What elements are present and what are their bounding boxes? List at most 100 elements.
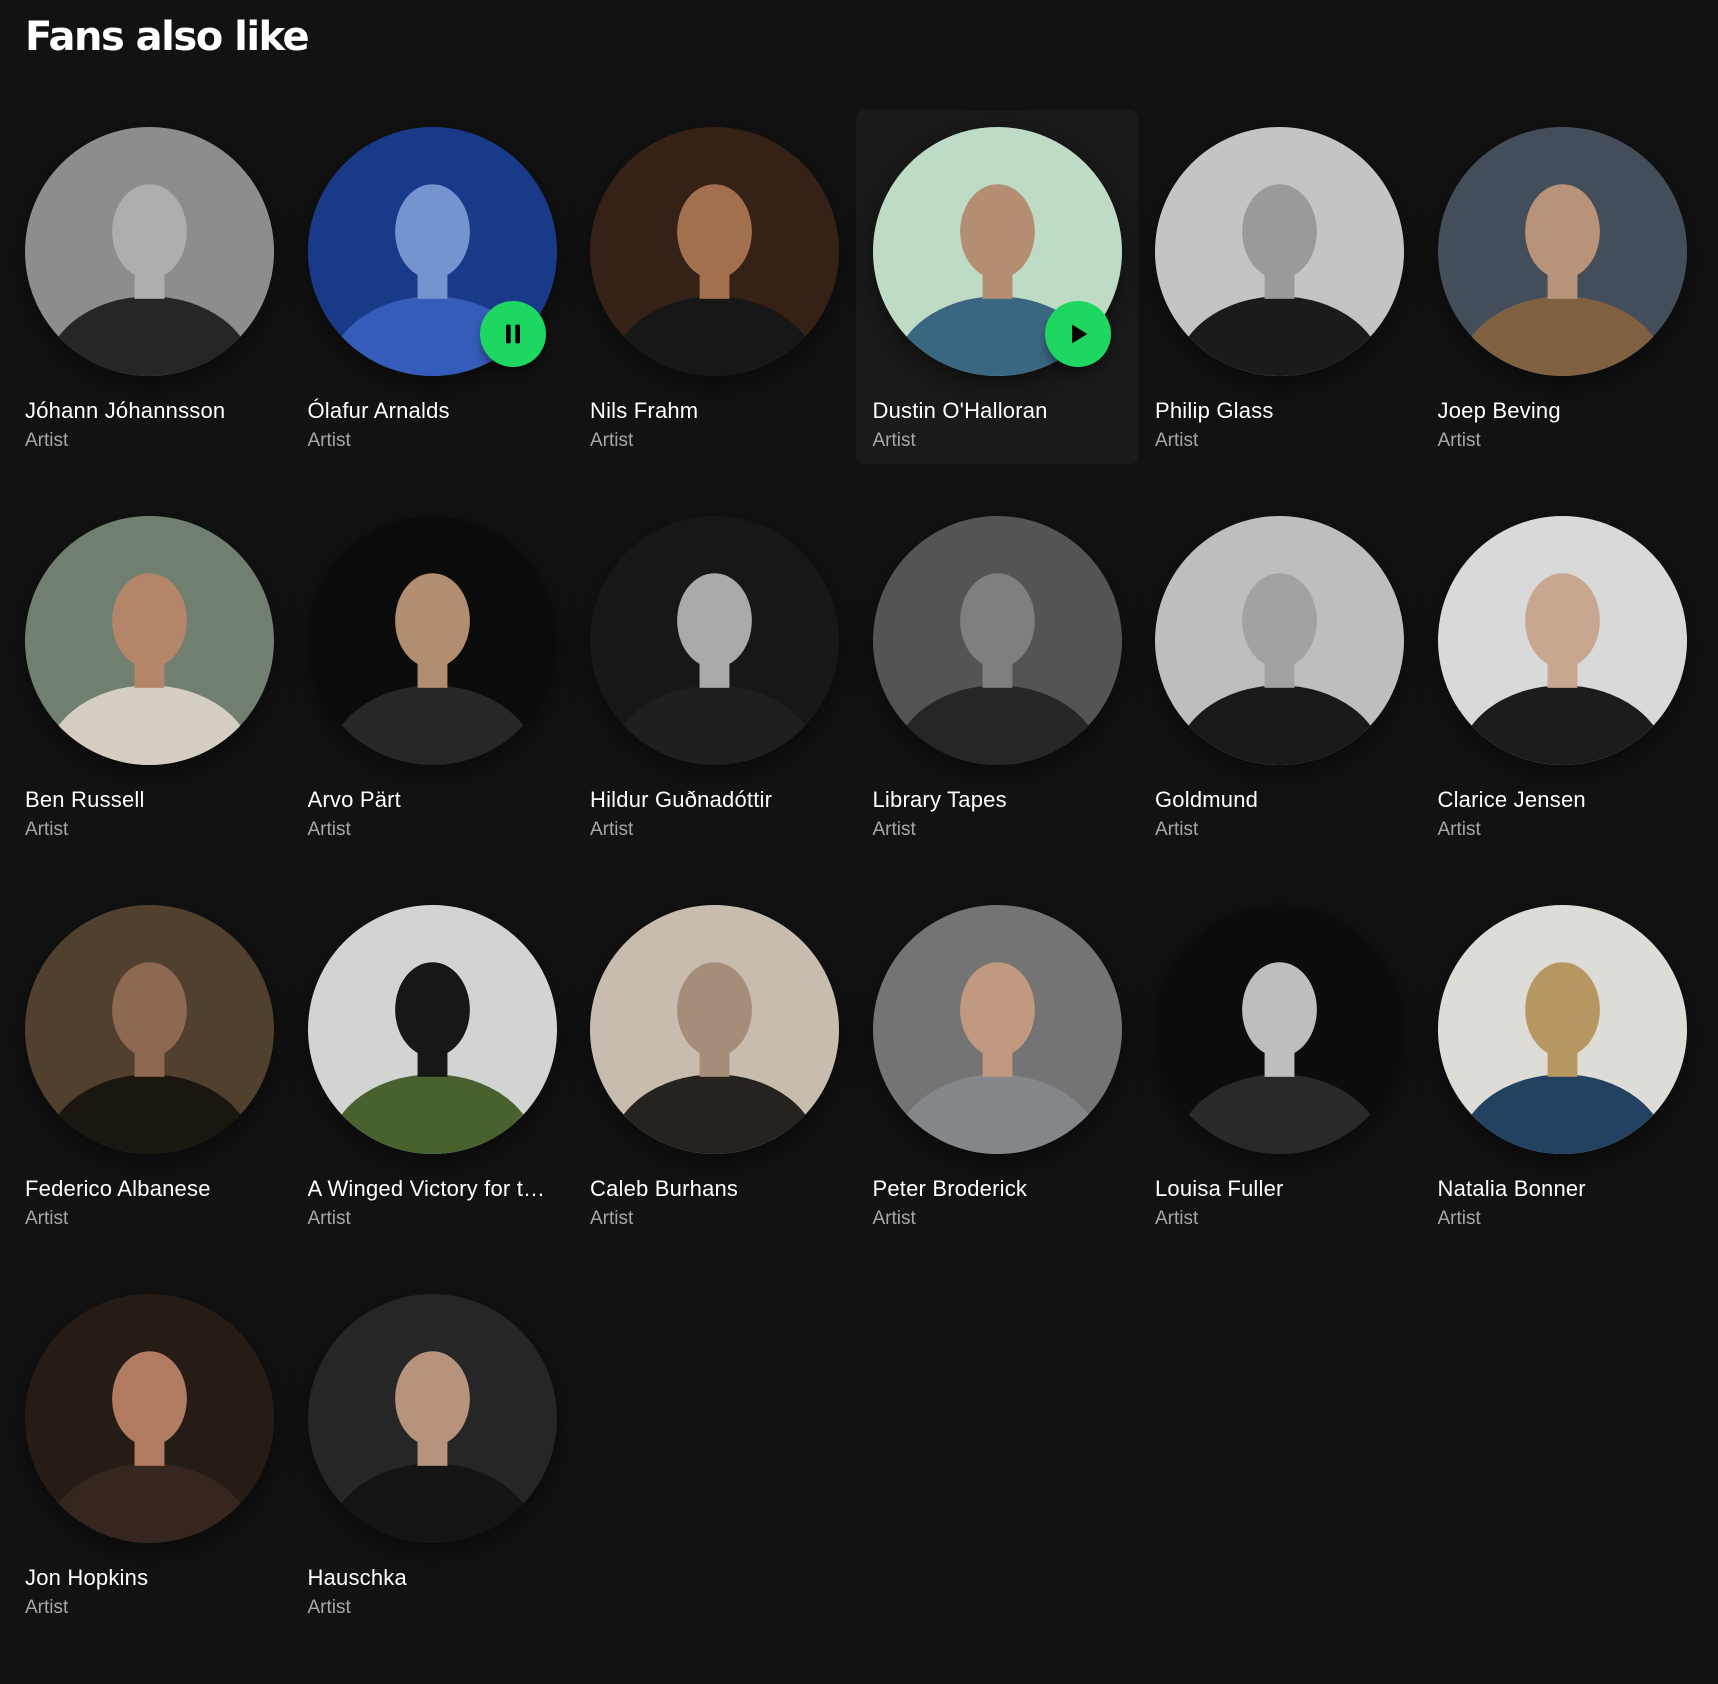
artist-avatar bbox=[307, 905, 557, 1154]
artist-card-library-tapes[interactable]: Library Tapes Artist bbox=[856, 499, 1139, 853]
artist-image-wrap bbox=[25, 1294, 274, 1543]
artist-avatar bbox=[872, 905, 1122, 1154]
artist-avatar bbox=[590, 905, 839, 1154]
artist-image-wrap bbox=[307, 127, 557, 376]
artist-subtitle: Artist bbox=[25, 1597, 69, 1618]
artist-subtitle: Artist bbox=[25, 430, 69, 451]
artist-image-wrap bbox=[1437, 516, 1687, 765]
artist-card-goldmund[interactable]: Goldmund Artist bbox=[1138, 499, 1421, 853]
artist-image-wrap bbox=[25, 127, 274, 376]
pause-icon bbox=[505, 324, 520, 344]
artist-name[interactable]: Ólafur Arnalds bbox=[308, 397, 557, 425]
artist-subtitle: Artist bbox=[1437, 1208, 1481, 1229]
artist-card-hauschka[interactable]: Hauschka Artist bbox=[291, 1277, 574, 1631]
artist-image-wrap bbox=[307, 905, 557, 1154]
artist-image-wrap bbox=[1437, 905, 1687, 1154]
artist-grid: Jóhann Jóhannsson Artist Ólafur Arnalds Art… bbox=[8, 110, 1710, 1631]
artist-image-wrap bbox=[307, 1294, 557, 1543]
artist-image-wrap bbox=[872, 127, 1122, 376]
artist-card-joep-beving[interactable]: Joep Beving Artist bbox=[1421, 110, 1704, 464]
artist-card-hildur-gudnadottir[interactable]: Hildur Guðnadóttir Artist bbox=[573, 499, 856, 853]
artist-subtitle: Artist bbox=[1155, 1208, 1199, 1229]
artist-subtitle: Artist bbox=[872, 430, 916, 451]
artist-card-johann-johannsson[interactable]: Jóhann Jóhannsson Artist bbox=[8, 110, 291, 464]
artist-name[interactable]: Jóhann Jóhannsson bbox=[25, 397, 274, 425]
artist-subtitle: Artist bbox=[1155, 430, 1199, 451]
artist-image-wrap bbox=[590, 905, 839, 1154]
artist-avatar bbox=[1437, 516, 1687, 765]
artist-image-wrap bbox=[1155, 516, 1404, 765]
artist-name[interactable]: Library Tapes bbox=[873, 786, 1122, 814]
artist-avatar bbox=[590, 127, 839, 376]
artist-subtitle: Artist bbox=[307, 430, 351, 451]
artist-subtitle: Artist bbox=[307, 1208, 351, 1229]
artist-card-philip-glass[interactable]: Philip Glass Artist bbox=[1138, 110, 1421, 464]
artist-avatar bbox=[307, 516, 557, 765]
artist-image-wrap bbox=[1437, 127, 1687, 376]
artist-name[interactable]: Jon Hopkins bbox=[25, 1564, 274, 1592]
artist-name[interactable]: Federico Albanese bbox=[25, 1175, 274, 1203]
artist-card-dustin-o-halloran[interactable]: Dustin O'Halloran Artist bbox=[855, 110, 1138, 464]
artist-subtitle: Artist bbox=[307, 1597, 351, 1618]
artist-name[interactable]: Hildur Guðnadóttir bbox=[590, 786, 839, 814]
artist-name[interactable]: Ben Russell bbox=[25, 786, 274, 814]
artist-image-wrap bbox=[1155, 127, 1404, 376]
artist-card-caleb-burhans[interactable]: Caleb Burhans Artist bbox=[573, 888, 856, 1242]
artist-avatar bbox=[1437, 905, 1687, 1154]
artist-name[interactable]: A Winged Victory for the Sullen bbox=[308, 1175, 557, 1203]
artist-name[interactable]: Dustin O'Halloran bbox=[873, 397, 1122, 425]
artist-name[interactable]: Hauschka bbox=[308, 1564, 557, 1592]
artist-name[interactable]: Nils Frahm bbox=[590, 397, 839, 425]
artist-name[interactable]: Natalia Bonner bbox=[1438, 1175, 1687, 1203]
section-title: Fans also like bbox=[25, 14, 310, 60]
pause-button[interactable] bbox=[479, 301, 546, 367]
artist-image-wrap bbox=[1155, 905, 1404, 1154]
artist-image-wrap bbox=[872, 905, 1122, 1154]
artist-image-wrap bbox=[307, 516, 557, 765]
artist-card-arvo-part[interactable]: Arvo Pärt Artist bbox=[291, 499, 574, 853]
artist-subtitle: Artist bbox=[590, 1208, 634, 1229]
artist-name[interactable]: Peter Broderick bbox=[873, 1175, 1122, 1203]
artist-subtitle: Artist bbox=[1437, 430, 1481, 451]
artist-card-olafur-arnalds[interactable]: Ólafur Arnalds Artist bbox=[291, 110, 574, 464]
artist-image-wrap bbox=[872, 516, 1122, 765]
artist-name[interactable]: Joep Beving bbox=[1438, 397, 1687, 425]
artist-subtitle: Artist bbox=[590, 430, 634, 451]
artist-avatar bbox=[25, 1294, 274, 1543]
artist-avatar bbox=[307, 1294, 557, 1543]
artist-avatar bbox=[1155, 905, 1404, 1154]
artist-name[interactable]: Goldmund bbox=[1155, 786, 1404, 814]
artist-avatar bbox=[872, 516, 1122, 765]
artist-subtitle: Artist bbox=[1155, 819, 1199, 840]
artist-subtitle: Artist bbox=[25, 819, 69, 840]
artist-avatar bbox=[25, 127, 274, 376]
artist-image-wrap bbox=[590, 516, 839, 765]
artist-name[interactable]: Philip Glass bbox=[1155, 397, 1404, 425]
artist-image-wrap bbox=[25, 905, 274, 1154]
artist-card-federico-albanese[interactable]: Federico Albanese Artist bbox=[8, 888, 291, 1242]
artist-card-peter-broderick[interactable]: Peter Broderick Artist bbox=[856, 888, 1139, 1242]
artist-card-a-winged-victory-for-the-sullen[interactable]: A Winged Victory for the Sullen Artist bbox=[291, 888, 574, 1242]
artist-avatar bbox=[1155, 127, 1404, 376]
artist-name[interactable]: Clarice Jensen bbox=[1438, 786, 1687, 814]
artist-image-wrap bbox=[590, 127, 839, 376]
artist-card-jon-hopkins[interactable]: Jon Hopkins Artist bbox=[8, 1277, 291, 1631]
artist-card-ben-russell[interactable]: Ben Russell Artist bbox=[8, 499, 291, 853]
artist-avatar bbox=[1437, 127, 1687, 376]
artist-card-natalia-bonner[interactable]: Natalia Bonner Artist bbox=[1421, 888, 1704, 1242]
artist-subtitle: Artist bbox=[872, 819, 916, 840]
artist-name[interactable]: Caleb Burhans bbox=[590, 1175, 839, 1203]
artist-subtitle: Artist bbox=[1437, 819, 1481, 840]
play-icon bbox=[1071, 324, 1087, 344]
artist-card-nils-frahm[interactable]: Nils Frahm Artist bbox=[573, 110, 856, 464]
artist-avatar bbox=[25, 905, 274, 1154]
artist-image-wrap bbox=[25, 516, 274, 765]
artist-avatar bbox=[1155, 516, 1404, 765]
artist-card-clarice-jensen[interactable]: Clarice Jensen Artist bbox=[1421, 499, 1704, 853]
artist-name[interactable]: Louisa Fuller bbox=[1155, 1175, 1404, 1203]
play-button[interactable] bbox=[1044, 301, 1111, 367]
artist-name[interactable]: Arvo Pärt bbox=[308, 786, 557, 814]
artist-card-louisa-fuller[interactable]: Louisa Fuller Artist bbox=[1138, 888, 1421, 1242]
artist-subtitle: Artist bbox=[872, 1208, 916, 1229]
artist-avatar bbox=[25, 516, 274, 765]
